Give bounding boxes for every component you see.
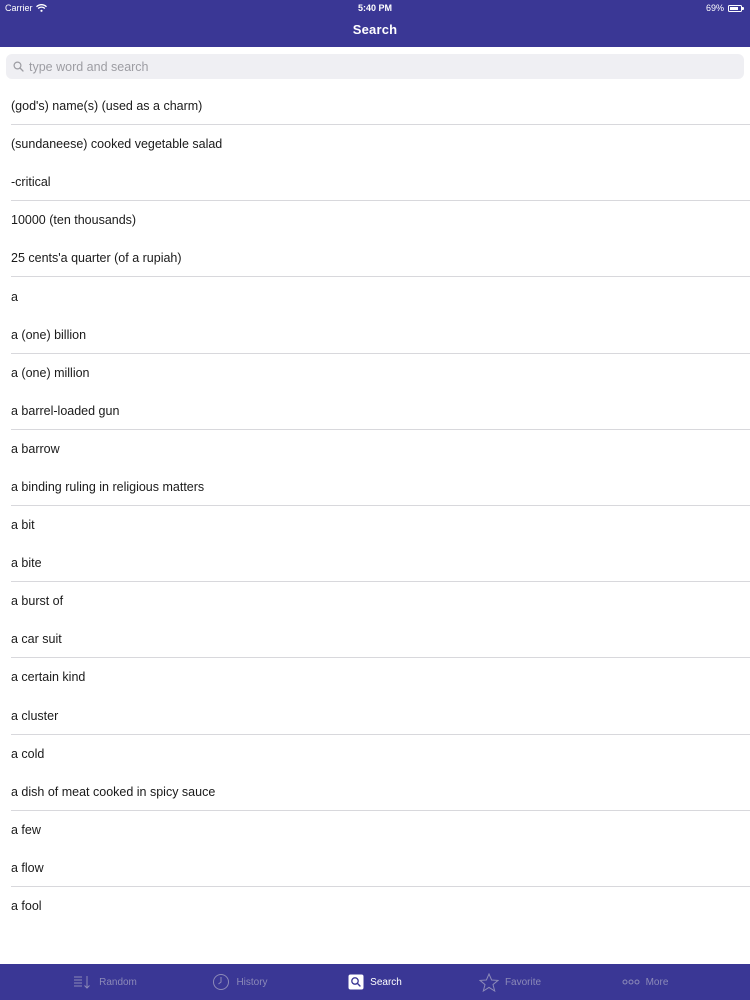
list-item-label: a car suit — [11, 632, 62, 647]
status-time: 5:40 PM — [357, 3, 392, 13]
list-item[interactable]: a flow — [0, 849, 750, 888]
list-item-label: 10000 (ten thousands) — [11, 213, 137, 228]
list-item-label: a bite — [11, 556, 42, 571]
tab-label: More — [645, 976, 669, 988]
list-item[interactable]: (god's) name(s) (used as a charm) — [0, 87, 750, 126]
word-list: (god's) name(s) (used as a charm) (sundan… — [0, 87, 750, 925]
status-right: 69% — [705, 0, 744, 16]
list-item-label: a flow — [11, 860, 44, 875]
list-item[interactable]: a fool — [0, 887, 750, 925]
list-item-label: a few — [11, 822, 41, 837]
page-title: Search — [352, 22, 398, 37]
list-item-label: a — [11, 289, 18, 304]
list-item-label: a burst of — [11, 594, 64, 609]
tab-more[interactable]: More — [578, 964, 713, 1000]
list-item[interactable]: a (one) billion — [0, 316, 750, 354]
more-dots-icon — [622, 979, 640, 985]
list-item-label: -critical — [11, 175, 51, 190]
list-item[interactable]: a — [0, 277, 750, 315]
list-item-label: a bit — [11, 518, 35, 533]
history-clock-icon — [212, 973, 230, 991]
list-item[interactable]: 10000 (ten thousands) — [0, 201, 750, 239]
list-item-label: a barrel-loaded gun — [11, 403, 120, 418]
tab-label: Search — [370, 976, 402, 988]
tab-favorite[interactable]: Favorite — [443, 964, 578, 1000]
list-item-label: a fool — [11, 899, 42, 914]
list-item-label: a barrow — [11, 441, 60, 456]
list-item-label: (god's) name(s) (used as a charm) — [11, 99, 203, 114]
app: Carrier 5:40 PM 69% Search type word and… — [0, 0, 750, 1000]
tab-search[interactable]: Search — [308, 964, 443, 1000]
list-item-label: a cluster — [11, 708, 59, 723]
battery-percent: 69% — [705, 3, 724, 13]
random-list-icon — [73, 974, 93, 990]
list-item[interactable]: a bite — [0, 544, 750, 583]
list-item-label: a (one) billion — [11, 327, 87, 342]
list-item-label: 25 cents'a quarter (of a rupiah) — [11, 251, 182, 266]
search-icon — [13, 61, 25, 73]
list-item[interactable]: a cluster — [0, 697, 750, 735]
list-item[interactable]: (sundaneese) cooked vegetable salad — [0, 125, 750, 163]
tab-label: History — [236, 976, 268, 988]
search-field[interactable] — [6, 54, 744, 79]
tab-history[interactable]: History — [173, 964, 308, 1000]
list-item[interactable]: a (one) million — [0, 354, 750, 392]
search-input[interactable] — [29, 56, 629, 77]
list-item[interactable]: a cold — [0, 735, 750, 773]
list-item-label: a cold — [11, 746, 45, 761]
tab-label: Favorite — [504, 976, 542, 988]
status-bar: Carrier 5:40 PM 69% — [0, 0, 750, 16]
list-item[interactable]: a certain kind — [0, 658, 750, 696]
tab-random[interactable]: Random — [38, 964, 173, 1000]
list-item-label: a binding ruling in religious matters — [11, 479, 205, 494]
search-bar — [0, 47, 750, 87]
list-item-label: (sundaneese) cooked vegetable salad — [11, 137, 223, 152]
list-item[interactable]: a barrel-loaded gun — [0, 392, 750, 430]
list-item[interactable]: a car suit — [0, 620, 750, 659]
list-item[interactable]: a burst of — [0, 582, 750, 620]
battery-icon — [728, 4, 744, 12]
search-tab-icon — [348, 974, 364, 990]
list-item[interactable]: a dish of meat cooked in spicy sauce — [0, 773, 750, 811]
star-icon — [478, 972, 499, 992]
tab-bar: Random History Search Favorite More — [0, 964, 750, 1000]
list-item-label: a certain kind — [11, 670, 86, 685]
list-item[interactable]: a few — [0, 811, 750, 849]
header: Carrier 5:40 PM 69% Search — [0, 0, 750, 47]
list-item-label: a dish of meat cooked in spicy sauce — [11, 784, 216, 799]
list-item[interactable]: a barrow — [0, 430, 750, 468]
list-item[interactable]: a bit — [0, 506, 750, 544]
tab-label: Random — [99, 976, 137, 988]
list-item[interactable]: -critical — [0, 163, 750, 202]
list-item-label: a (one) million — [11, 365, 90, 380]
list-item[interactable]: 25 cents'a quarter (of a rupiah) — [0, 239, 750, 278]
list-item[interactable]: a binding ruling in religious matters — [0, 468, 750, 507]
